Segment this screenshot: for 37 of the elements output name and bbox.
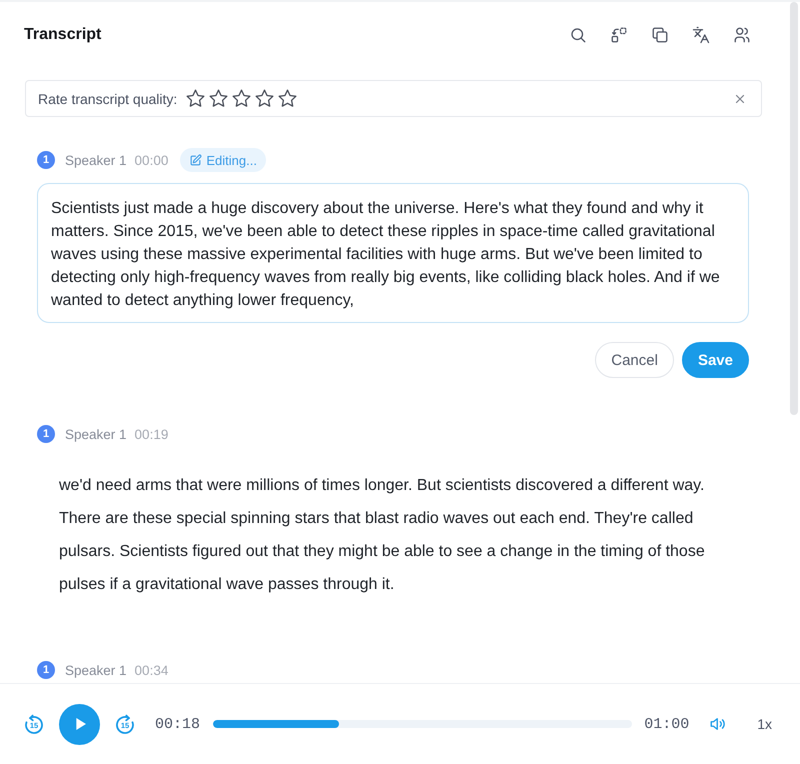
timestamp[interactable]: 00:00 bbox=[134, 152, 168, 168]
transcript-editor[interactable]: Scientists just made a huge discovery about the universe. Here's what they found and why it matters. Since 2015, we've been able to detect these ripples in space-time called gravitational waves using these massive experimental facilities with huge arms. But we've been limited to detecting only high-frequency waves from really big events, like colliding black holes. And if we wanted to detect anything lower frequency, bbox=[37, 183, 749, 323]
duration-time: 01:00 bbox=[644, 716, 690, 732]
volume-button[interactable] bbox=[709, 715, 728, 733]
rewind-arrow-icon bbox=[22, 712, 46, 736]
users-icon bbox=[733, 26, 751, 44]
star-icon[interactable] bbox=[277, 88, 298, 109]
status-label: Editing... bbox=[206, 152, 257, 168]
speed-button[interactable]: 1x bbox=[757, 716, 772, 732]
rating-label: Rate transcript quality: bbox=[38, 90, 178, 106]
timestamp[interactable]: 00:34 bbox=[134, 662, 168, 678]
scrollbar-thumb[interactable] bbox=[790, 2, 798, 415]
speaker-badge: 1 bbox=[37, 661, 55, 679]
progress-track[interactable] bbox=[213, 720, 632, 728]
save-button[interactable]: Save bbox=[682, 342, 749, 378]
edit-icon bbox=[189, 154, 202, 166]
star-icon[interactable] bbox=[185, 88, 206, 109]
speaker-name[interactable]: Speaker 1 bbox=[65, 152, 127, 168]
star-icon[interactable] bbox=[254, 88, 276, 109]
star-icon[interactable] bbox=[208, 88, 230, 109]
play-button[interactable] bbox=[59, 704, 100, 744]
volume-icon bbox=[709, 715, 728, 733]
cancel-button[interactable]: Cancel bbox=[595, 342, 674, 378]
speaker-name[interactable]: Speaker 1 bbox=[65, 426, 127, 442]
star-icon[interactable] bbox=[231, 88, 252, 109]
speaker-name[interactable]: Speaker 1 bbox=[65, 662, 127, 678]
translate-icon bbox=[692, 26, 710, 44]
forward-arrow-icon bbox=[113, 712, 137, 736]
transcript-text: we'd need arms that were millions of times longer. But scientists discovered a different way. There are these special spinning stars that blast radio waves out each end. They're called pulsars. Scientists figured out that they might be able to see a change in the timing of those pulses if a gravitational wave passes through it. bbox=[59, 476, 706, 595]
elapsed-time: 00:18 bbox=[155, 716, 200, 732]
speaker-badge: 1 bbox=[37, 151, 55, 169]
squares-arrow-icon bbox=[610, 26, 628, 44]
copy-icon bbox=[651, 26, 669, 44]
search-icon bbox=[569, 26, 587, 44]
panel-title: Transcript bbox=[24, 26, 102, 44]
speaker-badge: 1 bbox=[37, 425, 55, 443]
timestamp[interactable]: 00:19 bbox=[134, 426, 168, 442]
